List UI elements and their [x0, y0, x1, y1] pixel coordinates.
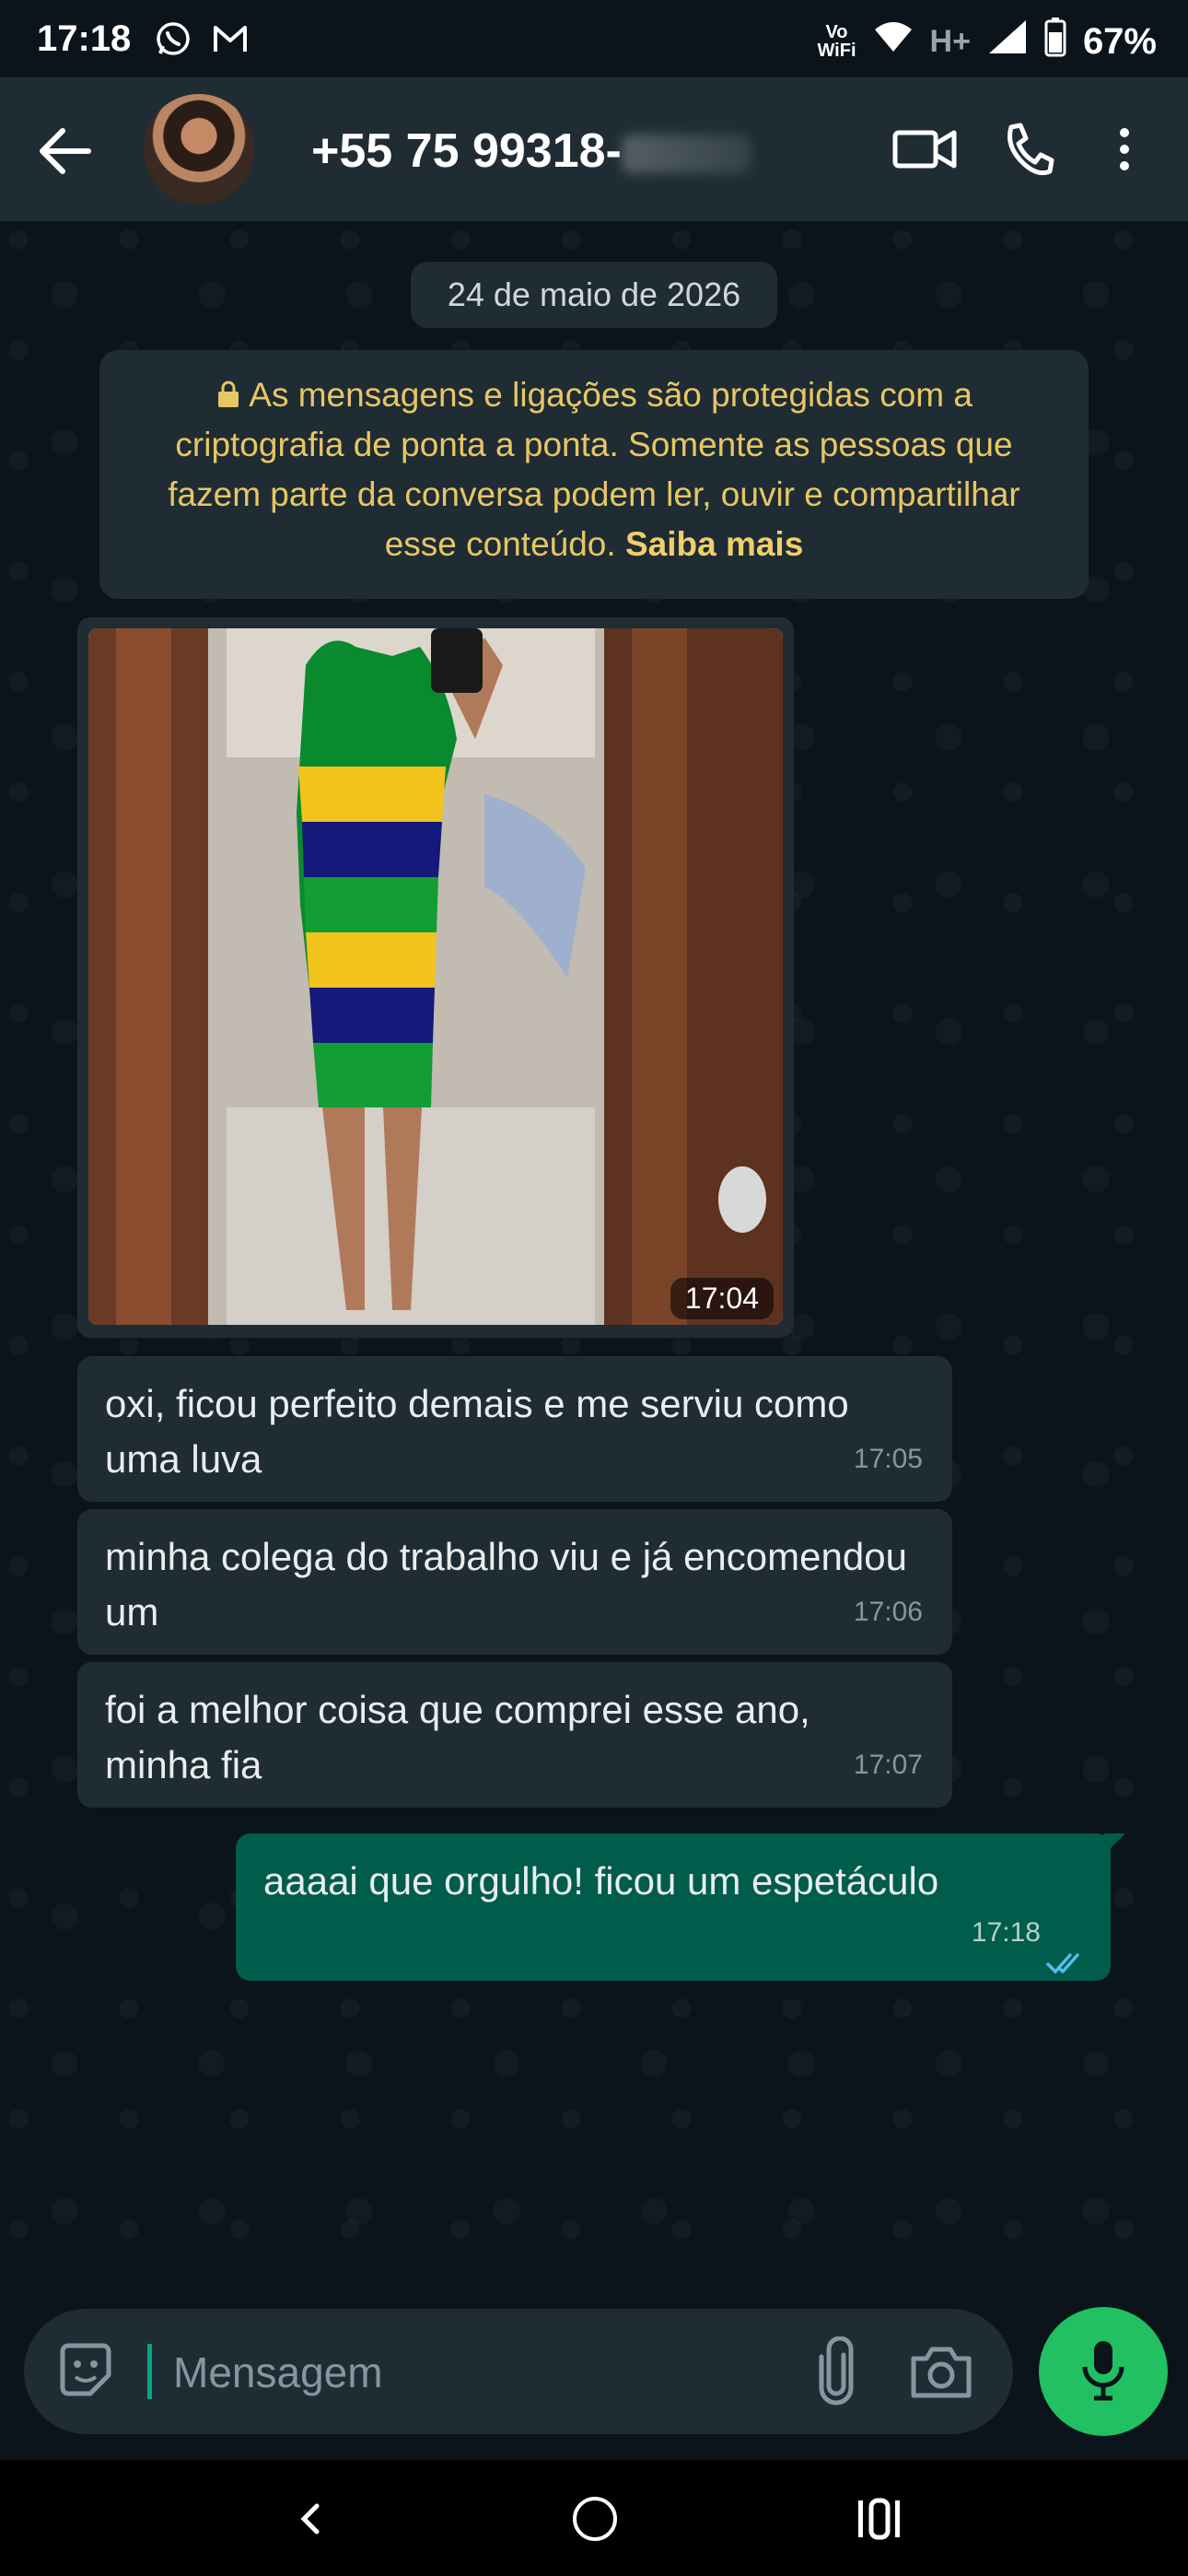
- message-text: foi a melhor coisa que comprei esse ano,…: [105, 1688, 810, 1786]
- incoming-message-1[interactable]: oxi, ficou perfeito demais e me serviu c…: [77, 1356, 952, 1502]
- wifi-icon: [873, 20, 914, 63]
- attach-icon[interactable]: [810, 2336, 862, 2406]
- mic-icon: [1081, 2337, 1125, 2406]
- gmail-icon: [212, 20, 249, 66]
- status-left-icons: [155, 20, 249, 66]
- incoming-message-2[interactable]: minha colega do trabalho viu e já encome…: [77, 1509, 952, 1655]
- phone-call-icon[interactable]: [1000, 120, 1055, 179]
- learn-more-link[interactable]: Saiba mais: [625, 525, 803, 563]
- signal-icon: [987, 18, 1028, 64]
- outgoing-message[interactable]: aaaai que orgulho! ficou um espetáculo 1…: [236, 1833, 1125, 1981]
- nav-back-icon[interactable]: [295, 2493, 326, 2545]
- status-time: 17:18: [37, 18, 132, 59]
- image-time: 17:04: [670, 1278, 774, 1319]
- battery-percent: 67%: [1082, 20, 1157, 62]
- encryption-text: As mensagens e ligações são protegidas c…: [168, 376, 1020, 563]
- more-options-icon[interactable]: [1111, 120, 1138, 179]
- message-text: minha colega do trabalho viu e já encome…: [105, 1535, 907, 1633]
- vowifi-indicator: Vo WiFi: [817, 22, 856, 61]
- camera-icon[interactable]: [908, 2342, 974, 2401]
- sticker-icon[interactable]: [57, 2342, 114, 2399]
- system-navigation-bar: [0, 2460, 1188, 2576]
- dress-photo[interactable]: [88, 628, 783, 1325]
- mic-button[interactable]: [1039, 2307, 1168, 2436]
- nav-home-icon[interactable]: [569, 2493, 621, 2545]
- whatsapp-icon: [155, 20, 192, 66]
- status-right-icons: Vo WiFi H+ 67%: [817, 17, 1157, 66]
- message-time: 17:05: [853, 1444, 923, 1474]
- back-arrow-icon[interactable]: [35, 123, 99, 179]
- chat-header: +55 75 99318-: [0, 77, 1188, 221]
- network-type: H+: [929, 23, 971, 59]
- message-text: aaaai que orgulho! ficou um espetáculo: [263, 1859, 939, 1903]
- image-message[interactable]: 17:04: [77, 617, 794, 1338]
- read-ticks-icon: [1046, 1937, 1087, 1974]
- video-call-icon[interactable]: [891, 120, 958, 179]
- message-composer: [24, 2309, 1013, 2434]
- battery-icon: [1044, 17, 1066, 66]
- contact-name[interactable]: +55 75 99318-: [311, 123, 751, 179]
- incoming-message-3[interactable]: foi a melhor coisa que comprei esse ano,…: [77, 1662, 952, 1808]
- encryption-notice[interactable]: As mensagens e ligações são protegidas c…: [99, 350, 1089, 599]
- status-bar: 17:18 Vo WiFi H+ 67%: [0, 0, 1188, 77]
- text-caret: [147, 2344, 152, 2399]
- chat-area[interactable]: 24 de maio de 2026 As mensagens e ligaçõ…: [0, 221, 1188, 2313]
- date-chip: 24 de maio de 2026: [411, 262, 777, 328]
- message-text: oxi, ficou perfeito demais e me serviu c…: [105, 1382, 849, 1481]
- lock-icon: [215, 376, 249, 414]
- message-input[interactable]: [171, 2336, 801, 2408]
- message-time: 17:07: [853, 1750, 923, 1780]
- nav-recents-icon[interactable]: [855, 2493, 903, 2545]
- message-time: 17:18: [971, 1917, 1041, 1948]
- redacted-digits: [621, 135, 751, 174]
- message-time: 17:06: [853, 1597, 923, 1627]
- avatar[interactable]: [144, 94, 254, 205]
